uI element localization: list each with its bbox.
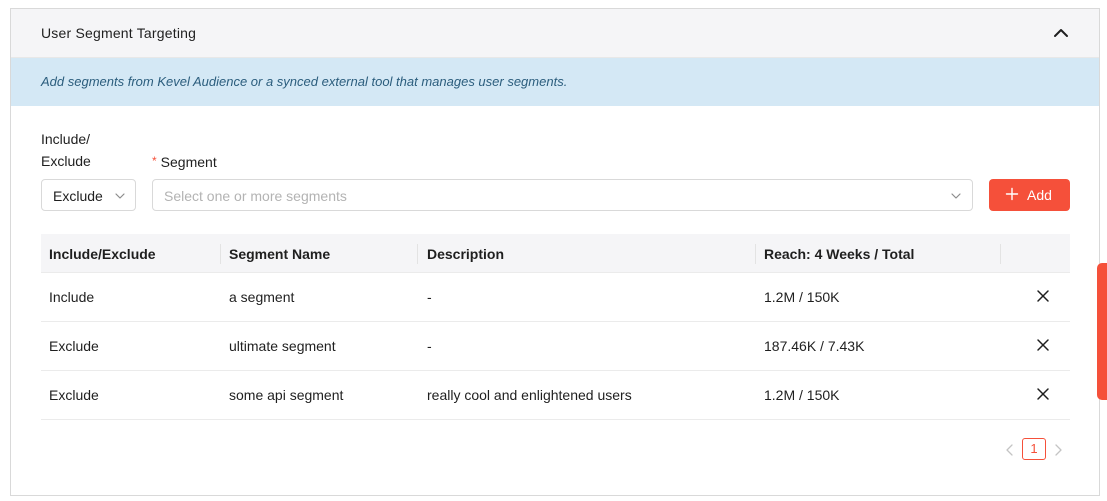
chevron-left-icon bbox=[1006, 444, 1013, 456]
segment-label: * Segment bbox=[152, 150, 217, 173]
collapse-button[interactable] bbox=[1049, 21, 1073, 45]
pagination-next-button[interactable] bbox=[1051, 441, 1065, 459]
chevron-down-icon bbox=[951, 193, 961, 199]
chevron-down-icon bbox=[115, 193, 125, 199]
close-icon bbox=[1037, 339, 1049, 351]
table-row: Include a segment - 1.2M / 150K bbox=[41, 273, 1070, 322]
column-header-include-exclude: Include/Exclude bbox=[49, 246, 156, 262]
remove-row-button[interactable] bbox=[1035, 288, 1051, 304]
cell-segment-name: some api segment bbox=[229, 387, 344, 403]
cell-include-exclude: Exclude bbox=[49, 338, 99, 354]
column-separator bbox=[417, 244, 418, 264]
info-banner: Add segments from Kevel Audience or a sy… bbox=[11, 58, 1099, 106]
remove-row-button[interactable] bbox=[1035, 337, 1051, 353]
remove-row-button[interactable] bbox=[1035, 386, 1051, 402]
table-row: Exclude some api segment really cool and… bbox=[41, 371, 1070, 420]
close-icon bbox=[1037, 290, 1049, 302]
segment-select[interactable]: Select one or more segments bbox=[152, 179, 973, 211]
chevron-up-icon bbox=[1054, 29, 1068, 37]
column-separator bbox=[1000, 244, 1001, 264]
panel-title: User Segment Targeting bbox=[41, 25, 197, 41]
include-exclude-select[interactable]: Exclude bbox=[41, 179, 136, 211]
include-exclude-label: Include/ Exclude bbox=[41, 128, 121, 172]
segment-placeholder: Select one or more segments bbox=[164, 188, 347, 204]
cell-include-exclude: Include bbox=[49, 289, 95, 305]
add-button-label: Add bbox=[1027, 187, 1052, 203]
include-exclude-value: Exclude bbox=[53, 188, 103, 204]
cell-include-exclude: Exclude bbox=[49, 387, 99, 403]
info-text: Add segments from Kevel Audience or a sy… bbox=[41, 74, 568, 89]
include-exclude-label-line2: Exclude bbox=[41, 153, 91, 169]
column-separator bbox=[755, 244, 756, 264]
scrollbar-thumb[interactable] bbox=[1097, 263, 1107, 400]
chevron-right-icon bbox=[1055, 444, 1062, 456]
column-separator bbox=[220, 244, 221, 264]
cell-description: - bbox=[427, 338, 432, 354]
panel-header: User Segment Targeting bbox=[11, 9, 1099, 58]
cell-reach: 1.2M / 150K bbox=[764, 289, 840, 305]
close-icon bbox=[1037, 388, 1049, 400]
column-header-reach: Reach: 4 Weeks / Total bbox=[764, 246, 915, 262]
column-header-segment-name: Segment Name bbox=[229, 246, 331, 262]
segments-table: Include/Exclude Segment Name Description… bbox=[41, 234, 1070, 420]
user-segment-targeting-panel: User Segment Targeting Add segments from… bbox=[10, 8, 1100, 496]
include-exclude-label-line1: Include/ bbox=[41, 131, 91, 147]
table-row: Exclude ultimate segment - 187.46K / 7.4… bbox=[41, 322, 1070, 371]
pagination-prev-button[interactable] bbox=[1003, 441, 1017, 459]
cell-description: - bbox=[427, 289, 432, 305]
cell-segment-name: ultimate segment bbox=[229, 338, 336, 354]
column-header-description: Description bbox=[427, 246, 505, 262]
segment-label-text: Segment bbox=[160, 154, 217, 170]
pagination-page-current[interactable]: 1 bbox=[1022, 438, 1046, 460]
plus-icon bbox=[1005, 187, 1019, 201]
cell-reach: 1.2M / 150K bbox=[764, 387, 840, 403]
cell-description: really cool and enlightened users bbox=[427, 387, 632, 403]
add-segment-button[interactable]: Add bbox=[989, 179, 1070, 211]
table-header: Include/Exclude Segment Name Description… bbox=[41, 234, 1070, 273]
required-marker: * bbox=[152, 154, 157, 168]
cell-reach: 187.46K / 7.43K bbox=[764, 338, 865, 354]
cell-segment-name: a segment bbox=[229, 289, 295, 305]
